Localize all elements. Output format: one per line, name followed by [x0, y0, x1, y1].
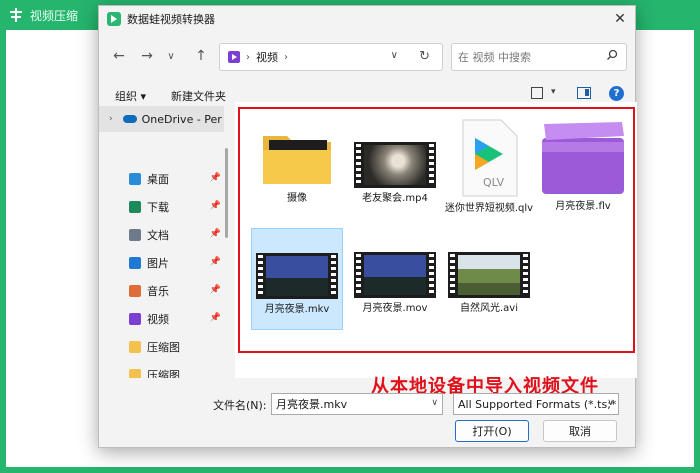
chevron-down-icon[interactable]: ∨	[391, 50, 398, 61]
dialog-titlebar: 数据蛙视频转换器 ✕	[99, 6, 635, 32]
music-icon	[129, 285, 141, 297]
pin-icon[interactable]: 📌	[210, 173, 221, 183]
cloud-icon	[122, 115, 137, 123]
filename-label: 文件名(N):	[213, 399, 267, 412]
chevron-right-icon[interactable]: ›	[109, 114, 113, 124]
folder-icon	[129, 341, 141, 353]
pictures-icon	[129, 257, 141, 269]
app-logo-icon	[8, 7, 24, 23]
breadcrumb-separator-icon: ›	[284, 51, 288, 63]
search-icon	[606, 49, 618, 65]
back-arrow-icon[interactable]: ←	[109, 46, 129, 66]
video-folder-icon	[228, 51, 240, 63]
sidebar-item-label: 视频	[147, 313, 169, 326]
desktop-icon	[129, 173, 141, 185]
sidebar-item-0[interactable]: 桌面 📌	[129, 168, 221, 190]
pin-icon[interactable]: 📌	[210, 257, 221, 267]
navigation-pane: › OneDrive - Per 桌面 📌 下载 📌 文档 📌 图片 📌 音乐 📌 视频 📌 压缩图 压缩…	[99, 102, 229, 378]
navigation-bar: ← → ∨ ↑ › 视频 › ∨ ↻ 在 视频 中搜索	[99, 36, 635, 78]
open-file-dialog: 数据蛙视频转换器 ✕ ← → ∨ ↑ › 视频 › ∨ ↻ 在 视频 中搜索 组…	[98, 5, 637, 448]
pin-icon[interactable]: 📌	[210, 229, 221, 239]
sidebar-item-label: 桌面	[147, 173, 169, 186]
preview-pane-icon[interactable]	[577, 87, 591, 99]
forward-arrow-icon[interactable]: →	[137, 46, 157, 66]
download-icon	[129, 201, 141, 213]
chevron-down-icon[interactable]: ∨	[607, 398, 614, 408]
pin-icon[interactable]: 📌	[210, 201, 221, 211]
pin-icon[interactable]: 📌	[210, 285, 221, 295]
dialog-app-icon	[107, 12, 121, 26]
file-type-select[interactable]: All Supported Formats (*.ts;* ∨	[453, 393, 619, 415]
sidebar-item-label: 音乐	[147, 285, 169, 298]
sidebar-item-label: 下载	[147, 201, 169, 214]
sidebar-item-4[interactable]: 音乐 📌	[129, 280, 221, 302]
video-folder-icon	[129, 313, 141, 325]
file-type-value: All Supported Formats (*.ts;*	[458, 397, 617, 411]
up-arrow-icon[interactable]: ↑	[191, 46, 211, 66]
history-chevron-icon[interactable]: ∨	[161, 46, 181, 66]
sidebar-item-5[interactable]: 视频 📌	[129, 308, 221, 330]
help-icon[interactable]: ?	[609, 86, 624, 101]
search-input[interactable]: 在 视频 中搜索	[451, 43, 627, 71]
chevron-down-icon[interactable]: ▾	[551, 87, 556, 97]
sidebar-scrollbar[interactable]	[224, 102, 229, 378]
cancel-button[interactable]: 取消	[543, 420, 617, 442]
open-button[interactable]: 打开(O)	[455, 420, 529, 442]
view-mode-icon[interactable]	[531, 87, 543, 99]
sidebar-item-onedrive[interactable]: › OneDrive - Per	[99, 106, 224, 132]
sidebar-item-label: 图片	[147, 257, 169, 270]
chevron-down-icon[interactable]: ∨	[431, 398, 438, 408]
filename-field[interactable]: 月亮夜景.mkv ∨	[271, 393, 443, 415]
refresh-icon[interactable]: ↻	[419, 49, 430, 64]
scroll-thumb[interactable]	[225, 148, 228, 238]
sidebar-item-label: 压缩图	[147, 369, 180, 378]
search-placeholder: 在 视频 中搜索	[458, 51, 531, 64]
address-bar[interactable]: › 视频 › ∨ ↻	[219, 43, 443, 71]
sidebar-item-1[interactable]: 下载 📌	[129, 196, 221, 218]
sidebar-item-label: OneDrive - Per	[141, 112, 222, 126]
sidebar-item-6[interactable]: 压缩图	[129, 336, 221, 358]
sidebar-item-3[interactable]: 图片 📌	[129, 252, 221, 274]
app-title: 视频压缩	[30, 8, 79, 23]
filename-value: 月亮夜景.mkv	[276, 398, 348, 411]
sidebar-item-7[interactable]: 压缩图	[129, 364, 221, 378]
sidebar-item-label: 文档	[147, 229, 169, 242]
close-icon[interactable]: ✕	[605, 6, 635, 32]
breadcrumb-video[interactable]: 视频	[256, 49, 278, 65]
dialog-title: 数据蛙视频转换器	[127, 13, 215, 26]
folder-icon	[129, 369, 141, 378]
highlight-frame	[238, 107, 635, 353]
document-icon	[129, 229, 141, 241]
sidebar-item-2[interactable]: 文档 📌	[129, 224, 221, 246]
breadcrumb-separator-icon: ›	[246, 51, 250, 63]
sidebar-item-label: 压缩图	[147, 341, 180, 354]
pin-icon[interactable]: 📌	[210, 313, 221, 323]
